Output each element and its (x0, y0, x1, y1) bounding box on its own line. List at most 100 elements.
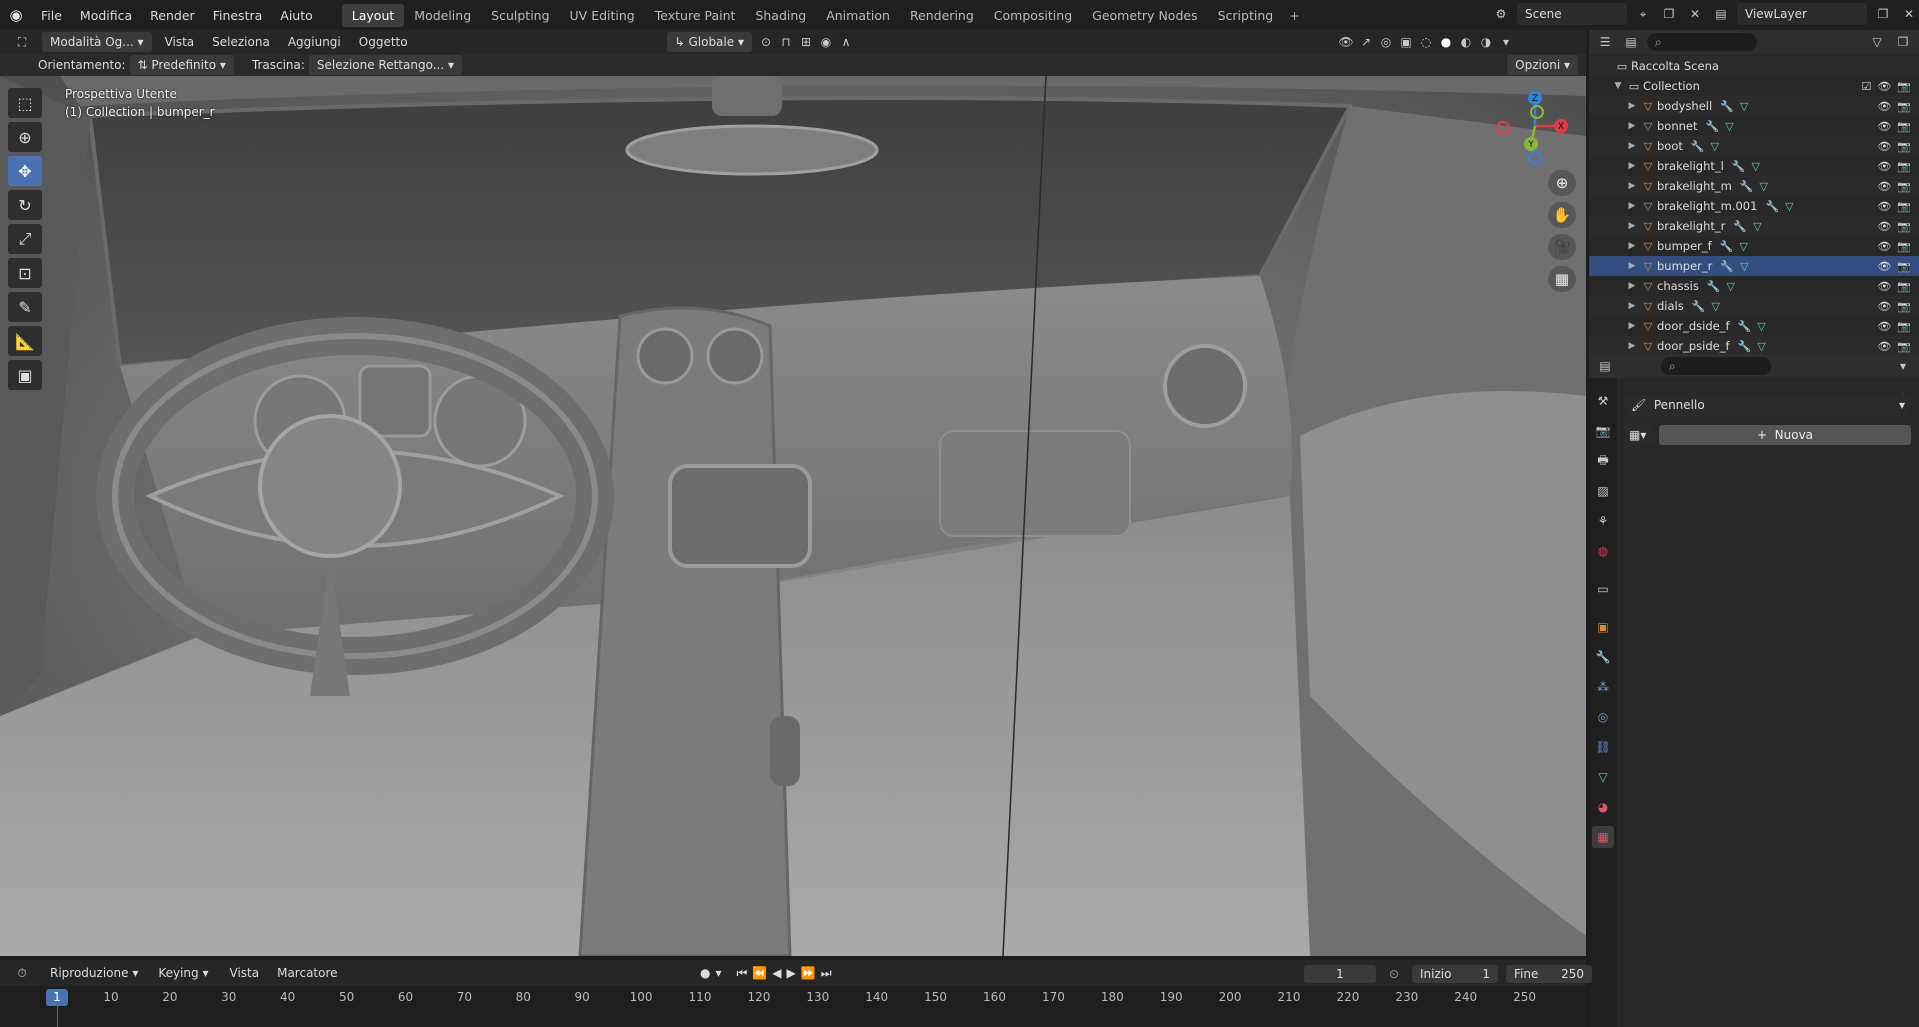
keying-menu[interactable]: Keying ▾ (150, 963, 216, 983)
camera-icon[interactable]: 📷 (1897, 300, 1911, 313)
tab-rendering[interactable]: Rendering (900, 4, 984, 27)
view-layer-tab-icon[interactable]: ▨ (1592, 480, 1614, 502)
eye-icon[interactable]: 👁 (1877, 160, 1891, 173)
new-texture-button[interactable]: + Nuova (1659, 425, 1911, 445)
modifier-wrench-icon[interactable]: 🔧 (1732, 160, 1746, 173)
tab-uv-editing[interactable]: UV Editing (560, 4, 645, 27)
modifier-wrench-icon[interactable]: 🔧 (1733, 220, 1747, 233)
current-frame-field[interactable]: 1 (1304, 965, 1376, 983)
gizmo-neg-x[interactable] (1496, 121, 1510, 135)
eye-icon[interactable]: 👁 (1877, 260, 1891, 273)
expand-arrow-icon[interactable]: ▶ (1625, 281, 1639, 291)
properties-search-input[interactable]: ⌕ (1661, 357, 1771, 375)
mesh-data-icon[interactable]: ▽ (1752, 160, 1760, 173)
modifier-tab-icon[interactable]: 🔧 (1592, 646, 1614, 668)
menu-render[interactable]: Render (141, 8, 204, 23)
jump-start-icon[interactable]: ⏮ (737, 966, 748, 981)
display-mode-icon[interactable]: ▤ (1621, 32, 1641, 52)
rotate-tool-icon[interactable]: ↻ (8, 190, 42, 220)
scene-icon[interactable]: ⚙ (1491, 4, 1511, 24)
filter-icon[interactable]: ▽ (1867, 32, 1887, 52)
outliner-item[interactable]: ▶ ▽ door_dside_f 🔧 ▽ 👁 📷 (1589, 316, 1919, 336)
outliner-item[interactable]: ▶ ▽ boot 🔧 ▽ 👁 📷 (1589, 136, 1919, 156)
expand-arrow-icon[interactable]: ▶ (1625, 101, 1639, 111)
cursor-tool-icon[interactable]: ⊕ (8, 122, 42, 152)
annotate-tool-icon[interactable]: ✎ (8, 292, 42, 322)
mesh-data-icon[interactable]: ▽ (1711, 140, 1719, 153)
timeline-editor-icon[interactable]: ⏱ (12, 963, 32, 983)
eye-icon[interactable]: 👁 (1877, 180, 1891, 193)
eye-icon[interactable]: 👁 (1877, 80, 1891, 93)
menu-file[interactable]: File (32, 8, 71, 23)
menu-edit[interactable]: Modifica (71, 8, 141, 23)
expand-arrow-icon[interactable]: ▶ (1625, 121, 1639, 131)
material-shading-icon[interactable]: ◐ (1456, 32, 1476, 52)
expand-arrow-icon[interactable]: ▶ (1625, 201, 1639, 211)
tab-layout[interactable]: Layout (341, 3, 405, 27)
output-tab-icon[interactable]: 🖶 (1592, 450, 1614, 472)
select-box-tool-icon[interactable]: ⬚ (8, 88, 42, 118)
camera-icon[interactable]: 📷 (1897, 260, 1911, 273)
editor-type-icon[interactable]: ⛶ (12, 32, 32, 52)
expand-arrow-icon[interactable]: ▼ (1611, 81, 1625, 91)
timeline-marker-menu[interactable]: Marcatore (268, 966, 346, 980)
eye-icon[interactable]: 👁 (1877, 240, 1891, 253)
outliner-editor-icon[interactable]: ☰ (1595, 32, 1615, 52)
menu-help[interactable]: Aiuto (271, 8, 322, 23)
outliner-item[interactable]: ▶ ▽ chassis 🔧 ▽ 👁 📷 (1589, 276, 1919, 296)
mesh-data-icon[interactable]: ▽ (1757, 340, 1765, 353)
tab-geometry-nodes[interactable]: Geometry Nodes (1082, 4, 1207, 27)
tab-texture-paint[interactable]: Texture Paint (645, 4, 746, 27)
constraints-tab-icon[interactable]: ⛓ (1592, 736, 1614, 758)
new-collection-icon[interactable]: ❐ (1893, 32, 1913, 52)
expand-arrow-icon[interactable]: ▶ (1625, 221, 1639, 231)
scale-tool-icon[interactable]: ⤢ (8, 224, 42, 254)
new-scene-icon[interactable]: ❐ (1659, 4, 1679, 24)
delete-view-layer-icon[interactable]: ✕ (1899, 4, 1919, 24)
shading-options-icon[interactable]: ▾ (1496, 32, 1516, 52)
camera-icon[interactable]: 📷 (1897, 80, 1911, 93)
menu-view[interactable]: Vista (156, 35, 204, 49)
outliner-item[interactable]: ▶ ▽ dials 🔧 ▽ 👁 📷 (1589, 296, 1919, 316)
tab-scripting[interactable]: Scripting (1208, 4, 1284, 27)
delete-scene-icon[interactable]: ✕ (1685, 4, 1705, 24)
eye-icon[interactable]: 👁 (1877, 340, 1891, 353)
outliner-scene-collection[interactable]: ▭ Raccolta Scena (1589, 56, 1919, 76)
outliner-item[interactable]: ▶ ▽ brakelight_m 🔧 ▽ 👁 📷 (1589, 176, 1919, 196)
orientation-dropdown[interactable]: ⇅ Predefinito ▾ (129, 55, 234, 75)
mode-dropdown[interactable]: Modalità Og... ▾ (42, 32, 152, 52)
prev-keyframe-icon[interactable]: ⏪ (752, 966, 767, 980)
texture-tab-icon[interactable]: ▦ (1592, 826, 1614, 848)
play-reverse-icon[interactable]: ◀ (772, 966, 781, 980)
snap-icon[interactable]: ⊓ (776, 32, 796, 52)
outliner-item[interactable]: ▶ ▽ bodyshell 🔧 ▽ 👁 📷 (1589, 96, 1919, 116)
mesh-data-icon[interactable]: ▽ (1739, 240, 1747, 253)
add-workspace-icon[interactable]: + (1283, 4, 1305, 27)
view-layer-field[interactable]: ViewLayer (1737, 3, 1867, 25)
snap-target-icon[interactable]: ⊞ (796, 32, 816, 52)
camera-icon[interactable]: 📷 (1897, 320, 1911, 333)
zoom-icon[interactable]: ⊕ (1548, 170, 1576, 196)
gizmo-neg-y[interactable] (1530, 105, 1544, 119)
eye-icon[interactable]: 👁 (1877, 320, 1891, 333)
mesh-data-icon[interactable]: ▽ (1785, 200, 1793, 213)
view-layer-icon[interactable]: ▤ (1711, 4, 1731, 24)
outliner-item[interactable]: ▶ ▽ bonnet 🔧 ▽ 👁 📷 (1589, 116, 1919, 136)
drag-dropdown[interactable]: Selezione Rettango... ▾ (308, 55, 463, 75)
timeline-ruler[interactable]: 1 10 20 30 40 50 60 70 80 90 100 110 120 130 140 150 16… (0, 986, 1586, 1027)
mesh-data-icon[interactable]: ▽ (1740, 100, 1748, 113)
new-view-layer-icon[interactable]: ❐ (1873, 4, 1893, 24)
tab-shading[interactable]: Shading (745, 4, 816, 27)
collection-tab-icon[interactable]: ▭ (1592, 578, 1614, 600)
object-tab-icon[interactable]: ▣ (1592, 616, 1614, 638)
play-icon[interactable]: ▶ (787, 966, 796, 980)
transform-tool-icon[interactable]: ⊡ (8, 258, 42, 288)
modifier-wrench-icon[interactable]: 🔧 (1720, 260, 1734, 273)
outliner-item[interactable]: ▶ ▽ brakelight_m.001 🔧 ▽ 👁 📷 (1589, 196, 1919, 216)
record-options-icon[interactable]: ▾ (715, 966, 721, 980)
transform-orientation-dropdown[interactable]: ↳ Globale ▾ (666, 32, 752, 52)
tab-modeling[interactable]: Modeling (404, 4, 481, 27)
expand-arrow-icon[interactable]: ▶ (1625, 301, 1639, 311)
falloff-icon[interactable]: ∧ (836, 32, 856, 52)
eye-icon[interactable]: 👁 (1877, 100, 1891, 113)
